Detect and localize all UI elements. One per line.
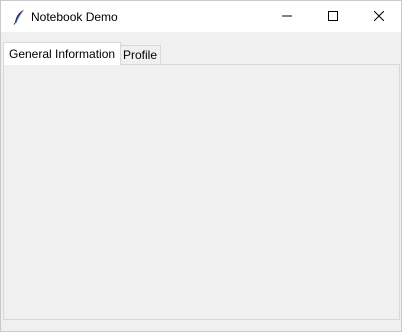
minimize-icon [282,8,292,26]
maximize-icon [328,8,338,26]
window-title: Notebook Demo [31,10,118,24]
app-window: Notebook Demo General Information Profil… [0,0,402,332]
tab-profile[interactable]: Profile [119,45,162,64]
maximize-button[interactable] [310,1,356,32]
close-icon [373,8,385,26]
minimize-button[interactable] [264,1,310,32]
tab-label: Profile [123,48,158,62]
title-bar[interactable]: Notebook Demo [1,1,401,32]
tab-label: General Information [9,47,116,61]
close-button[interactable] [356,1,402,32]
tab-general-information[interactable]: General Information [3,42,122,65]
feather-icon [12,9,26,25]
notebook-tab-bar: General Information Profile [1,32,401,65]
notebook-panel [3,64,400,320]
